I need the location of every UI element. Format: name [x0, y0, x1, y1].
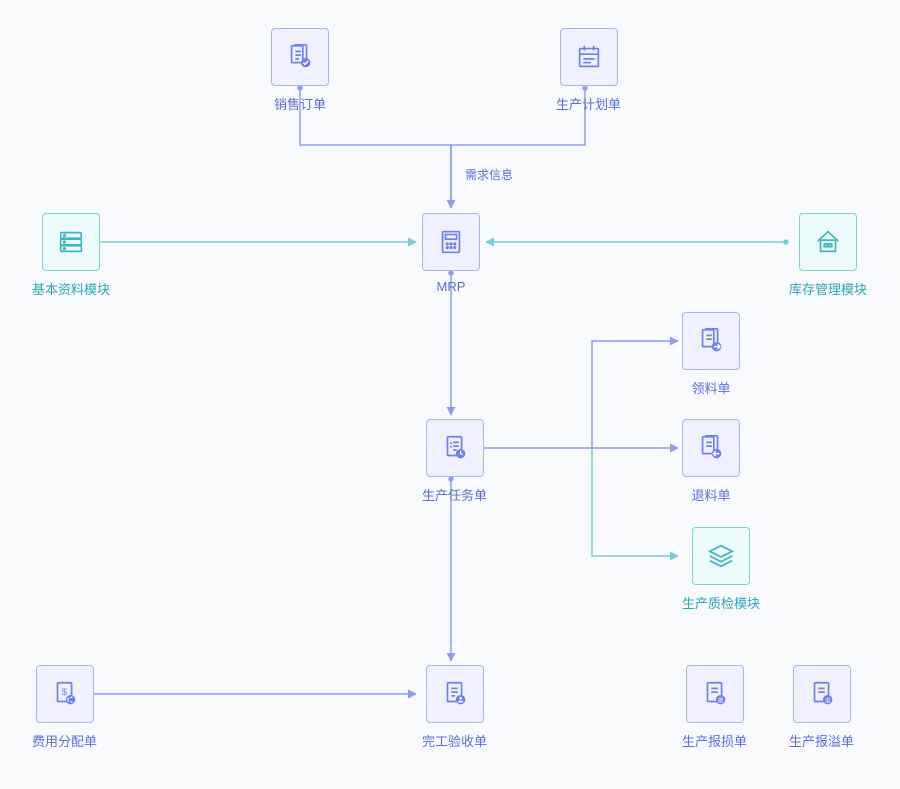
svg-text:损: 损 — [717, 696, 723, 704]
node-material-return: 退料单 — [682, 419, 740, 504]
node-production-overflow: 溢 生产报溢单 — [789, 665, 854, 750]
box — [692, 527, 750, 585]
label: 生产报损单 — [682, 731, 747, 750]
server-icon — [56, 227, 86, 257]
label: 销售订单 — [274, 94, 326, 113]
label: 生产质检模块 — [682, 593, 760, 612]
node-inventory: 库存管理模块 — [789, 213, 867, 298]
doc-user-icon — [440, 679, 470, 709]
node-production-plan: 生产计划单 — [556, 28, 621, 113]
doc-left-icon — [696, 433, 726, 463]
doc-loss-icon: 损 — [700, 679, 730, 709]
label: 库存管理模块 — [789, 279, 867, 298]
box — [682, 312, 740, 370]
label: 生产计划单 — [556, 94, 621, 113]
label: 基本资料模块 — [32, 279, 110, 298]
node-sales-order: 销售订单 — [271, 28, 329, 113]
house-icon — [813, 227, 843, 257]
box — [271, 28, 329, 86]
label: 生产报溢单 — [789, 731, 854, 750]
box — [42, 213, 100, 271]
calculator-icon — [436, 227, 466, 257]
stack-icon — [706, 541, 736, 571]
node-completion-acceptance: 完工验收单 — [422, 665, 487, 750]
svg-text:溢: 溢 — [824, 696, 830, 704]
label: 费用分配单 — [32, 731, 97, 750]
doc-check-icon — [285, 42, 315, 72]
box — [422, 213, 480, 271]
box — [560, 28, 618, 86]
edge-label-demand: 需求信息 — [465, 166, 513, 183]
label: MRP — [437, 279, 466, 294]
box — [426, 419, 484, 477]
calendar-icon — [574, 42, 604, 72]
node-production-loss: 损 生产报损单 — [682, 665, 747, 750]
doc-clock-icon — [440, 433, 470, 463]
svg-text:$: $ — [61, 687, 67, 697]
node-production-task: 生产任务单 — [422, 419, 487, 504]
node-material-requisition: 领料单 — [682, 312, 740, 397]
box — [426, 665, 484, 723]
box: 溢 — [793, 665, 851, 723]
doc-right-icon — [696, 326, 726, 356]
node-mrp: MRP — [422, 213, 480, 294]
box — [682, 419, 740, 477]
label: 生产任务单 — [422, 485, 487, 504]
doc-overflow-icon: 溢 — [807, 679, 837, 709]
label: 退料单 — [691, 485, 730, 504]
box: 损 — [686, 665, 744, 723]
doc-dollar-icon: $ — [50, 679, 80, 709]
box: $ — [36, 665, 94, 723]
label: 领料单 — [691, 378, 730, 397]
node-cost-allocation: $ 费用分配单 — [32, 665, 97, 750]
node-quality-check: 生产质检模块 — [682, 527, 760, 612]
box — [799, 213, 857, 271]
node-basic-data: 基本资料模块 — [32, 213, 110, 298]
label: 完工验收单 — [422, 731, 487, 750]
